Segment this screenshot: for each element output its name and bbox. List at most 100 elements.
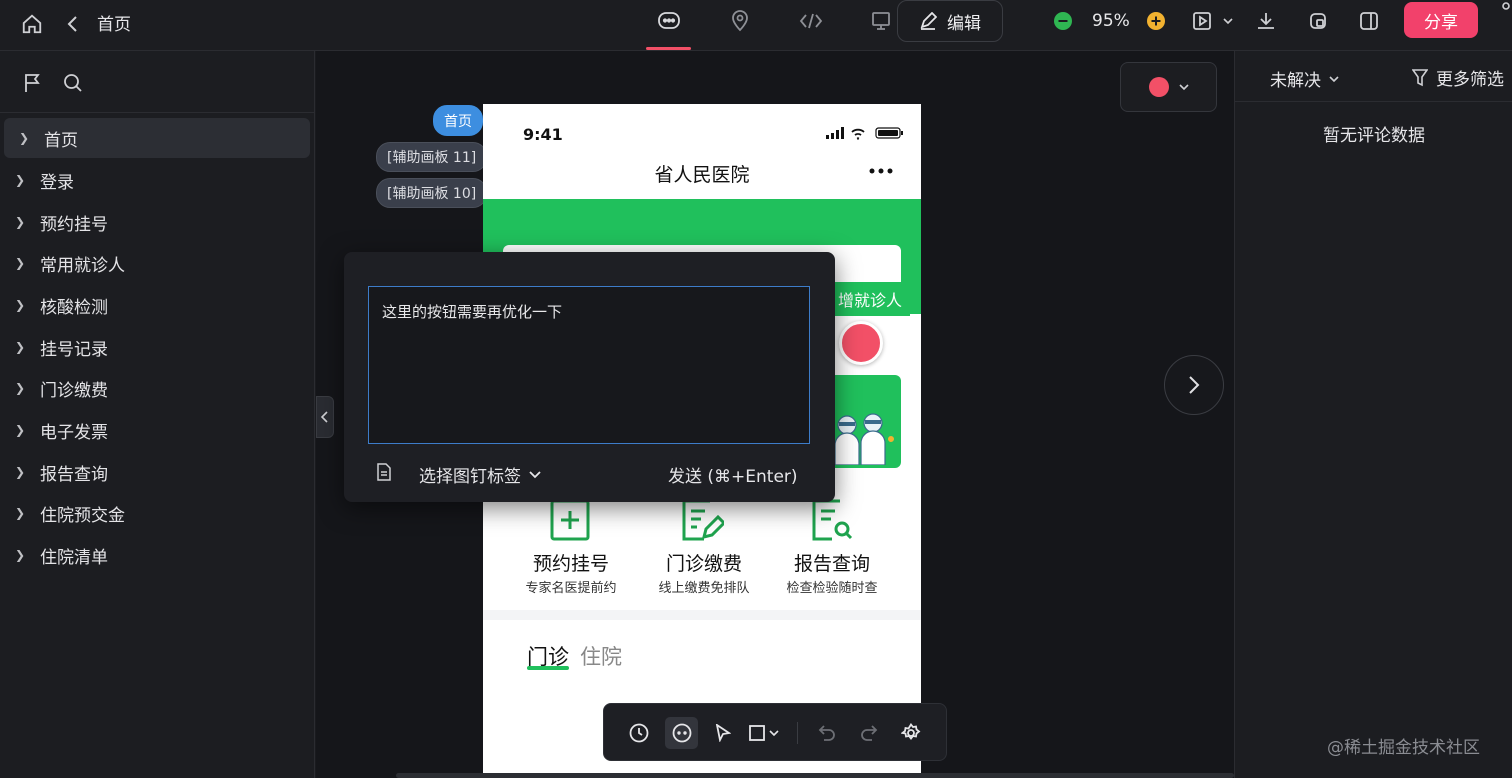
service-report-sub: 检查检验随时查	[786, 581, 878, 596]
sidebar-item-home[interactable]: ❯ 首页	[4, 118, 310, 158]
comment-textarea[interactable]: 这里的按钮需要再优化一下	[368, 286, 810, 444]
more-filter-button[interactable]: 更多筛选	[1412, 65, 1504, 90]
sidebar-item-patients[interactable]: ❯ 常用就诊人	[0, 243, 310, 283]
service-report-title[interactable]: 报告查询	[764, 549, 900, 576]
status-icons	[826, 126, 906, 140]
artboard-chip-home[interactable]: 首页	[433, 105, 483, 136]
sidebar-item-inpatient-deposit[interactable]: ❯ 住院预交金	[0, 493, 310, 533]
filter-icon	[1412, 68, 1428, 86]
zoom-out-icon[interactable]	[1053, 11, 1073, 31]
more-icon[interactable]	[1494, 0, 1512, 18]
add-patient-button[interactable]: 增就诊人	[830, 282, 911, 316]
zoom-in-icon[interactable]	[1146, 11, 1166, 31]
toolbar-divider	[797, 722, 798, 744]
chevron-down-icon	[529, 470, 541, 478]
chevron-right-icon: ❯	[18, 131, 30, 145]
sidebar-item-registration-records[interactable]: ❯ 挂号记录	[0, 327, 310, 367]
pin-tag-select[interactable]: 选择图钉标签	[419, 462, 541, 487]
next-artboard-button[interactable]	[1164, 355, 1224, 415]
comment-popover: 这里的按钮需要再优化一下 选择图钉标签 发送 (⌘+Enter)	[344, 252, 835, 502]
service-appointment-title[interactable]: 预约挂号	[503, 549, 639, 576]
document-icon[interactable]	[376, 463, 392, 481]
chevron-right-icon: ❯	[14, 340, 26, 354]
search-icon[interactable]	[61, 71, 85, 95]
pointer-icon[interactable]	[712, 722, 734, 744]
comment-tool-icon[interactable]	[665, 717, 698, 749]
chevron-down-icon	[1178, 84, 1189, 91]
service-payment-sub: 线上缴费免排队	[658, 581, 750, 596]
chevron-right-icon: ❯	[14, 215, 26, 229]
chevron-right-icon	[1189, 376, 1200, 394]
color-swatch	[1148, 77, 1169, 97]
horizontal-scrollbar[interactable]	[396, 773, 1234, 778]
report-icon	[810, 497, 854, 541]
payment-icon	[680, 497, 724, 541]
collapse-sidebar-button[interactable]	[316, 396, 334, 438]
status-time: 9:41	[523, 125, 563, 144]
pencil-icon	[920, 12, 937, 30]
status-filter-dropdown[interactable]: 未解决	[1270, 66, 1339, 91]
more-options-icon[interactable]	[869, 168, 893, 174]
chevron-right-icon: ❯	[14, 173, 26, 187]
color-filter-dropdown[interactable]	[1120, 62, 1217, 112]
presentation-icon[interactable]	[869, 8, 893, 34]
panel-divider	[1235, 101, 1512, 102]
canvas-toolbar	[603, 703, 947, 761]
comments-panel: 未解决 更多筛选 暂无评论数据 @稀土掘金技术社区	[1234, 51, 1512, 778]
artboard-chip-11[interactable]: [辅助画板 11]	[376, 142, 488, 172]
undo-icon[interactable]	[816, 722, 838, 744]
active-tab-indicator	[646, 47, 691, 50]
home-icon[interactable]	[18, 10, 46, 38]
chevron-down-icon[interactable]	[768, 728, 780, 738]
chevron-right-icon: ❯	[14, 298, 26, 312]
back-icon[interactable]	[62, 10, 84, 38]
send-button[interactable]: 发送 (⌘+Enter)	[668, 462, 798, 487]
edit-button[interactable]: 编辑	[897, 0, 1003, 42]
top-bar: 首页 编辑 95% 分享	[0, 0, 1512, 51]
history-icon[interactable]	[628, 722, 650, 744]
sidebar-item-report-query[interactable]: ❯ 报告查询	[0, 452, 310, 492]
location-pin-icon[interactable]	[728, 8, 752, 34]
tab-inpatient[interactable]: 住院	[580, 641, 622, 671]
play-icon[interactable]	[1190, 9, 1214, 33]
empty-comments-text: 暂无评论数据	[1323, 126, 1425, 146]
page-title: 省人民医院	[654, 164, 750, 186]
chevron-right-icon: ❯	[14, 423, 26, 437]
flag-icon[interactable]	[20, 71, 44, 95]
service-payment-title[interactable]: 门诊缴费	[636, 549, 772, 576]
chevron-down-icon	[1329, 75, 1339, 82]
doctors-illustration	[831, 413, 894, 465]
section-divider	[483, 610, 921, 620]
settings-icon[interactable]	[900, 722, 922, 744]
code-icon[interactable]	[797, 8, 825, 34]
chevron-left-icon	[321, 411, 328, 423]
appointment-icon	[550, 497, 590, 541]
canvas[interactable]: 首页 [辅助画板 11] [辅助画板 10] 9:41 省人民医院 增就诊人 预…	[316, 51, 1234, 778]
panel-toggle-icon[interactable]	[1357, 9, 1381, 33]
download-icon[interactable]	[1254, 9, 1278, 33]
chevron-right-icon: ❯	[14, 506, 26, 520]
zoom-level: 95%	[1092, 11, 1130, 31]
chevron-right-icon: ❯	[14, 465, 26, 479]
sidebar-item-inpatient-list[interactable]: ❯ 住院清单	[0, 535, 310, 575]
redo-icon[interactable]	[858, 722, 880, 744]
chevron-right-icon: ❯	[14, 548, 26, 562]
sidebar-item-login[interactable]: ❯ 登录	[0, 160, 310, 200]
sidebar-item-outpatient-payment[interactable]: ❯ 门诊缴费	[0, 368, 310, 408]
sidebar-item-appointment[interactable]: ❯ 预约挂号	[0, 202, 310, 242]
chevron-down-icon[interactable]	[1220, 13, 1236, 29]
sidebar: ❯ 首页 ❯ 登录 ❯ 预约挂号 ❯ 常用就诊人 ❯ 核酸检测 ❯ 挂号记录 ❯…	[0, 51, 315, 778]
rectangle-icon[interactable]	[746, 722, 768, 744]
service-appointment-sub: 专家名医提前约	[525, 581, 617, 596]
copy-icon[interactable]	[1306, 9, 1330, 33]
tab-underline	[527, 666, 569, 670]
sidebar-item-nucleic-test[interactable]: ❯ 核酸检测	[0, 285, 310, 325]
comment-mode-icon[interactable]	[655, 8, 683, 34]
share-button[interactable]: 分享	[1404, 2, 1478, 38]
chevron-right-icon: ❯	[14, 381, 26, 395]
sidebar-divider	[0, 112, 315, 113]
artboard-chip-10[interactable]: [辅助画板 10]	[376, 178, 488, 208]
breadcrumb-title: 首页	[97, 15, 131, 35]
sidebar-item-e-invoice[interactable]: ❯ 电子发票	[0, 410, 310, 450]
comment-pin-marker[interactable]	[839, 321, 883, 365]
